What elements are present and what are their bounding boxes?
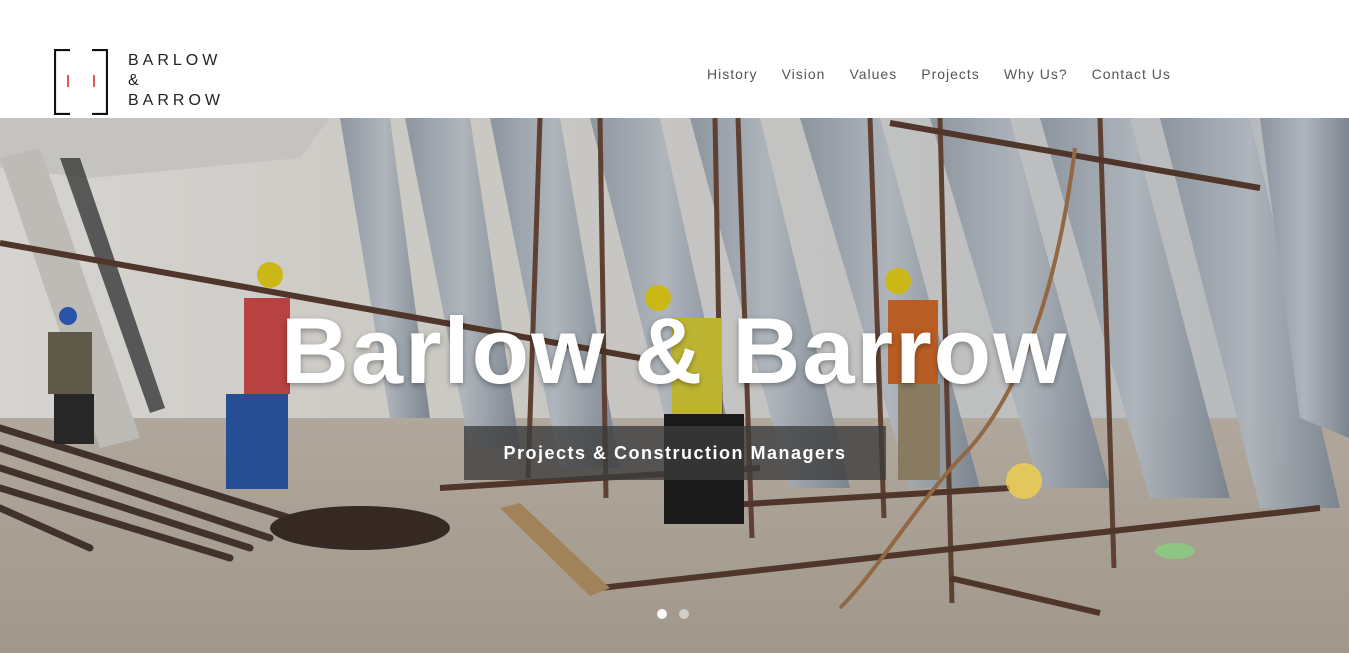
hero-slider: Barlow & Barrow Projects & Construction …	[0, 118, 1349, 653]
site-header: BARLOW & BARROW History Vision Values Pr…	[0, 0, 1349, 118]
logo-mark-icon	[54, 49, 108, 115]
slide-dot-2[interactable]	[679, 609, 689, 619]
logo-wordmark: BARLOW & BARROW	[128, 51, 224, 111]
nav-vision[interactable]: Vision	[782, 64, 826, 84]
nav-contact-us[interactable]: Contact Us	[1092, 64, 1171, 84]
nav-why-us[interactable]: Why Us?	[1004, 64, 1068, 84]
nav-history[interactable]: History	[707, 64, 758, 84]
slider-pagination	[657, 609, 689, 619]
nav-values[interactable]: Values	[849, 64, 897, 84]
logo-line-1: BARLOW	[128, 52, 222, 69]
logo-line-3: BARROW	[128, 92, 224, 109]
slide-dot-1[interactable]	[657, 609, 667, 619]
nav-projects[interactable]: Projects	[921, 64, 980, 84]
hero-subtitle: Projects & Construction Managers	[464, 426, 886, 480]
logo-line-2: &	[128, 72, 143, 89]
brand-logo[interactable]: BARLOW & BARROW	[54, 49, 254, 115]
hero-title: Barlow & Barrow	[280, 298, 1069, 403]
main-nav: History Vision Values Projects Why Us? C…	[707, 64, 1171, 84]
